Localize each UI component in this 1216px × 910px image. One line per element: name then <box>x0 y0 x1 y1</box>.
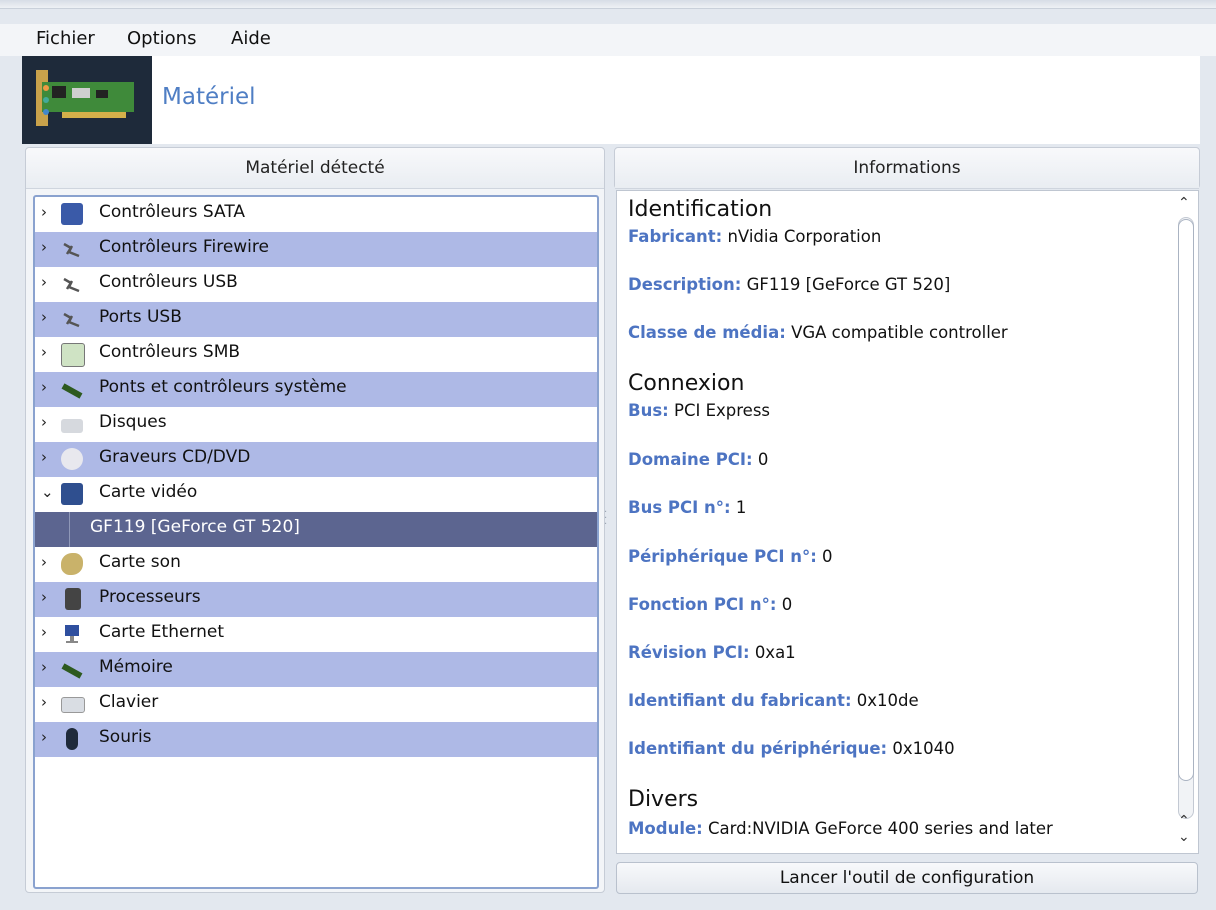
sound-card-icon <box>61 553 83 575</box>
vertical-scrollbar[interactable]: ⌃ ⌃ ⌄ <box>1176 195 1194 849</box>
chevron-right-icon[interactable]: › <box>41 203 47 221</box>
tree-item-label: Contrôleurs Firewire <box>99 237 269 257</box>
info-field: Bus: PCI Express <box>628 401 771 420</box>
tree-item-label: Disques <box>99 412 167 432</box>
info-field: Révision PCI: 0xa1 <box>628 643 796 662</box>
chevron-right-icon[interactable]: › <box>41 693 47 711</box>
tree-item-label: Contrôleurs SATA <box>99 202 246 222</box>
tree-item-cd-dvd[interactable]: › Graveurs CD/DVD <box>35 442 597 477</box>
processor-icon <box>65 588 81 610</box>
tree-item-label: Contrôleurs SMB <box>99 342 241 362</box>
scroll-up-icon[interactable]: ⌃ <box>1178 195 1190 211</box>
chevron-right-icon[interactable]: › <box>41 238 47 256</box>
info-field: Bus PCI n°: 1 <box>628 498 747 517</box>
detected-hardware-header: Matériel détecté <box>26 148 604 189</box>
usb-plug-icon <box>61 308 83 330</box>
tree-item-disks[interactable]: › Disques <box>35 407 597 442</box>
tree-item-mouse[interactable]: › Souris <box>35 722 597 757</box>
section-heading: Connexion <box>628 371 745 396</box>
tree-item-label: Ports USB <box>99 307 182 327</box>
information-content[interactable]: Identification Fabricant: nVidia Corpora… <box>616 190 1199 854</box>
tree-item-firewire[interactable]: › Contrôleurs Firewire <box>35 232 597 267</box>
chevron-right-icon[interactable]: › <box>41 308 47 326</box>
smb-controller-icon <box>61 343 85 367</box>
tree-item-gf119[interactable]: GF119 [GeForce GT 520] <box>35 512 597 547</box>
hardware-tree[interactable]: › Contrôleurs SATA › Contrôleurs Firewir… <box>33 195 599 889</box>
tree-item-bridges[interactable]: › Ponts et contrôleurs système <box>35 372 597 407</box>
mouse-icon <box>66 728 78 750</box>
tree-item-label: Processeurs <box>99 587 201 607</box>
disk-icon <box>61 419 83 433</box>
chevron-down-icon[interactable]: ⌄ <box>41 483 54 501</box>
chevron-right-icon[interactable]: › <box>41 658 47 676</box>
tree-item-label: Ponts et contrôleurs système <box>99 377 347 397</box>
information-header: Informations <box>615 148 1199 189</box>
tree-item-usb-controllers[interactable]: › Contrôleurs USB <box>35 267 597 302</box>
tree-item-ethernet[interactable]: › Carte Ethernet <box>35 617 597 652</box>
tree-item-processors[interactable]: › Processeurs <box>35 582 597 617</box>
splitter-handle[interactable]: · · · <box>604 508 608 534</box>
tree-item-label: Mémoire <box>99 657 173 677</box>
chevron-right-icon[interactable]: › <box>41 553 47 571</box>
launch-config-tool-button[interactable]: Lancer l'outil de configuration <box>616 862 1198 894</box>
info-field: Fabricant: nVidia Corporation <box>628 227 882 246</box>
info-field: Module: Card:NVIDIA GeForce 400 series a… <box>628 819 1053 838</box>
scroll-up-icon[interactable]: ⌃ <box>1178 813 1190 829</box>
tree-item-label: Carte vidéo <box>99 482 198 502</box>
tree-item-sata[interactable]: › Contrôleurs SATA <box>35 197 597 232</box>
info-field: Description: GF119 [GeForce GT 520] <box>628 275 951 294</box>
tree-item-memory[interactable]: › Mémoire <box>35 652 597 687</box>
tree-item-label: Contrôleurs USB <box>99 272 238 292</box>
firewire-plug-icon <box>61 238 83 260</box>
scrollbar-thumb[interactable] <box>1178 219 1194 781</box>
tree-item-sound-card[interactable]: › Carte son <box>35 547 597 582</box>
keyboard-icon <box>61 697 85 713</box>
tree-item-label: Carte son <box>99 552 181 572</box>
video-card-icon <box>61 483 83 505</box>
cd-dvd-icon <box>61 448 83 470</box>
tree-item-keyboard[interactable]: › Clavier <box>35 687 597 722</box>
menu-options[interactable]: Options <box>127 28 196 49</box>
header-banner: Matériel <box>22 56 1200 144</box>
tree-connector-line <box>69 512 70 547</box>
sata-controller-icon <box>61 203 83 225</box>
page-title: Matériel <box>162 84 256 110</box>
chevron-right-icon[interactable]: › <box>41 728 47 746</box>
window-top-edge <box>0 0 1216 9</box>
info-field: Fonction PCI n°: 0 <box>628 595 793 614</box>
chevron-right-icon[interactable]: › <box>41 588 47 606</box>
pci-card-icon <box>22 56 152 144</box>
chevron-right-icon[interactable]: › <box>41 343 47 361</box>
tree-item-label: Carte Ethernet <box>99 622 225 642</box>
memory-stick-icon <box>61 378 83 400</box>
chevron-right-icon[interactable]: › <box>41 273 47 291</box>
tree-item-label: Clavier <box>99 692 159 712</box>
chevron-right-icon[interactable]: › <box>41 623 47 641</box>
info-field: Identifiant du périphérique: 0x1040 <box>628 739 955 758</box>
menu-fichier[interactable]: Fichier <box>36 28 95 49</box>
memory-stick-icon <box>61 658 83 680</box>
chevron-right-icon[interactable]: › <box>41 378 47 396</box>
section-heading: Identification <box>628 197 773 222</box>
tree-item-usb-ports[interactable]: › Ports USB <box>35 302 597 337</box>
info-field: Identifiant du fabricant: 0x10de <box>628 691 919 710</box>
information-panel: Informations <box>614 147 1200 189</box>
info-field: Classe de média: VGA compatible controll… <box>628 323 1008 342</box>
ethernet-icon <box>61 623 83 645</box>
menu-bar: Fichier Options Aide <box>0 24 1216 56</box>
tree-item-label: Graveurs CD/DVD <box>99 447 251 467</box>
tree-item-video-card[interactable]: ⌄ Carte vidéo <box>35 477 597 512</box>
tree-item-label: GF119 [GeForce GT 520] <box>90 517 300 537</box>
chevron-right-icon[interactable]: › <box>41 448 47 466</box>
tree-item-label: Souris <box>99 727 152 747</box>
tree-item-smb[interactable]: › Contrôleurs SMB <box>35 337 597 372</box>
info-field: Périphérique PCI n°: 0 <box>628 547 833 566</box>
info-field: Domaine PCI: 0 <box>628 450 769 469</box>
scroll-down-icon[interactable]: ⌄ <box>1178 829 1190 845</box>
usb-plug-icon <box>61 273 83 295</box>
chevron-right-icon[interactable]: › <box>41 413 47 431</box>
section-heading: Divers <box>628 787 699 812</box>
menu-aide[interactable]: Aide <box>231 28 271 49</box>
